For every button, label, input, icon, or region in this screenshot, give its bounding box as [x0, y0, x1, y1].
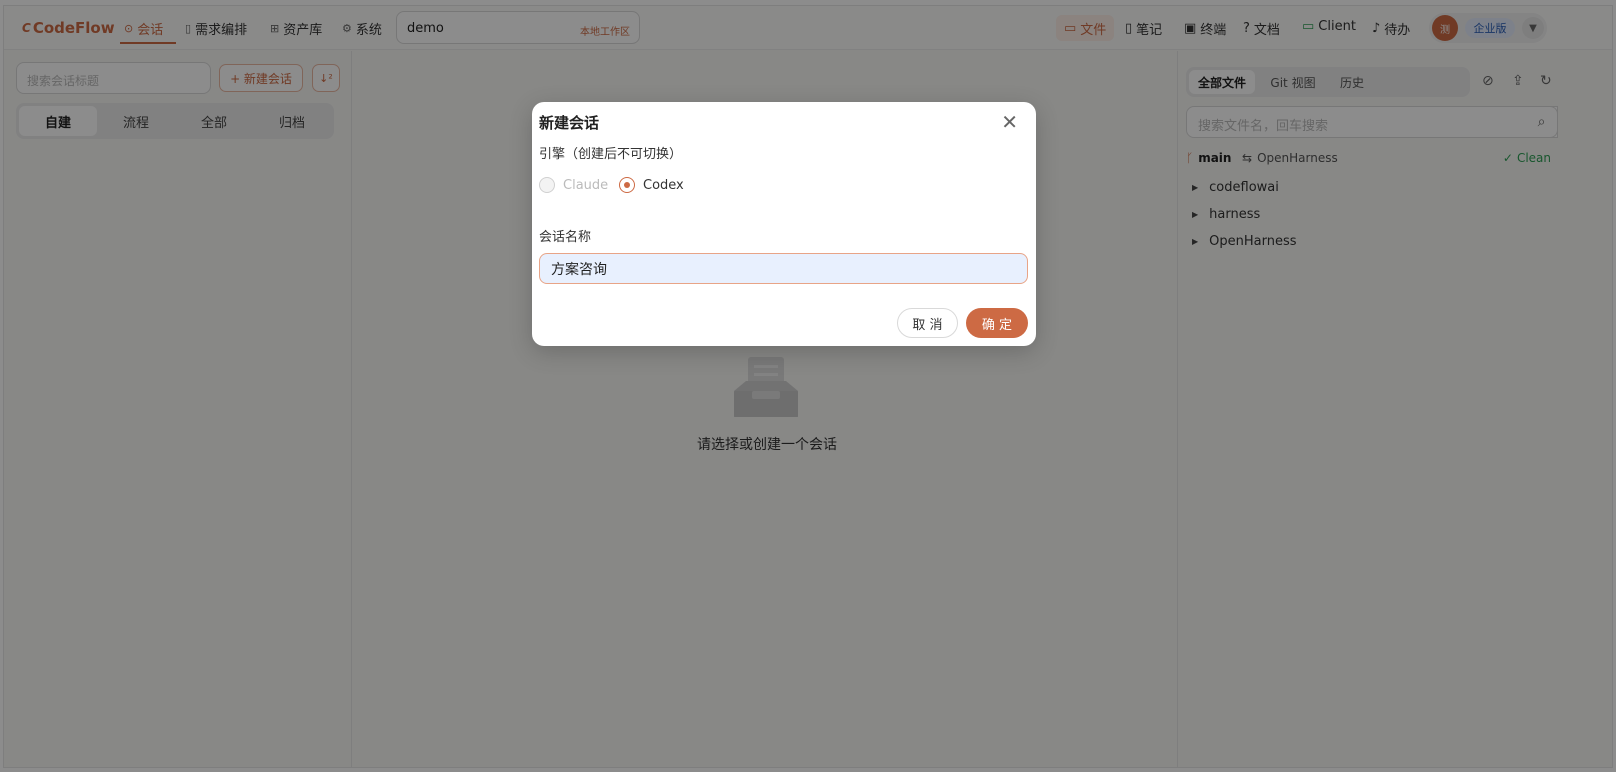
radio-icon	[539, 177, 555, 193]
new-session-dialog: 新建会话 ✕ 引擎（创建后不可切换） Claude Codex 会话名称 取 消…	[532, 102, 1036, 346]
dialog-title: 新建会话	[539, 114, 600, 132]
engine-label: 引擎（创建后不可切换）	[539, 147, 683, 162]
radio-icon	[619, 177, 635, 193]
session-name-label: 会话名称	[539, 230, 592, 245]
engine-codex-label: Codex	[643, 177, 684, 193]
cancel-button[interactable]: 取 消	[897, 308, 958, 338]
close-icon[interactable]: ✕	[1001, 110, 1018, 134]
engine-claude-label: Claude	[563, 177, 609, 193]
engine-radio-claude[interactable]: Claude	[539, 177, 608, 193]
confirm-button[interactable]: 确 定	[966, 308, 1028, 338]
engine-radio-codex[interactable]: Codex	[619, 177, 684, 193]
session-name-input[interactable]	[539, 253, 1028, 284]
